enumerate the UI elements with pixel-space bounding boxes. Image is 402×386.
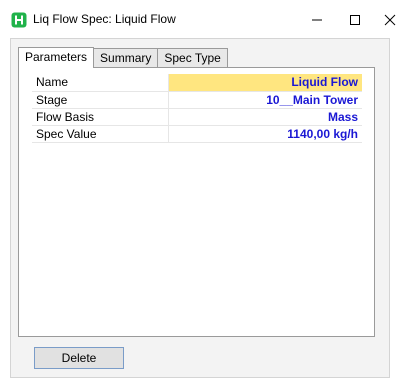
delete-button[interactable]: Delete — [34, 347, 124, 369]
close-button[interactable] — [372, 5, 402, 35]
table-row: Name Liquid Flow — [32, 74, 362, 92]
table-row: Stage 10__Main Tower — [32, 91, 362, 109]
parameters-grid: Name Liquid Flow Stage 10__Main Tower Fl… — [32, 74, 362, 143]
row-label: Flow Basis — [32, 108, 169, 126]
minimize-icon — [312, 19, 322, 21]
tab-spec-type[interactable]: Spec Type — [157, 48, 228, 67]
close-icon — [384, 14, 396, 26]
stage-value-cell[interactable]: 10__Main Tower — [168, 91, 362, 109]
tab-parameters[interactable]: Parameters — [18, 47, 95, 68]
maximize-icon — [350, 15, 360, 25]
row-label: Spec Value — [32, 125, 169, 143]
row-label: Name — [32, 74, 169, 92]
maximize-button[interactable] — [337, 5, 373, 35]
table-row: Flow Basis Mass — [32, 108, 362, 126]
table-row: Spec Value 1140,00 kg/h — [32, 125, 362, 143]
title-bar[interactable]: Liq Flow Spec: Liquid Flow — [0, 0, 402, 40]
app-icon — [11, 12, 27, 28]
spec-value-cell[interactable]: 1140,00 kg/h — [168, 125, 362, 143]
minimize-button[interactable] — [299, 5, 335, 35]
name-value-cell[interactable]: Liquid Flow — [168, 74, 362, 92]
flow-basis-value-cell[interactable]: Mass — [168, 108, 362, 126]
dialog-window: Liq Flow Spec: Liquid Flow Parameters Su… — [0, 0, 402, 386]
window-title: Liq Flow Spec: Liquid Flow — [33, 12, 176, 26]
tab-strip: Parameters Summary Spec Type — [18, 47, 228, 68]
tab-summary[interactable]: Summary — [93, 48, 159, 67]
row-label: Stage — [32, 91, 169, 109]
